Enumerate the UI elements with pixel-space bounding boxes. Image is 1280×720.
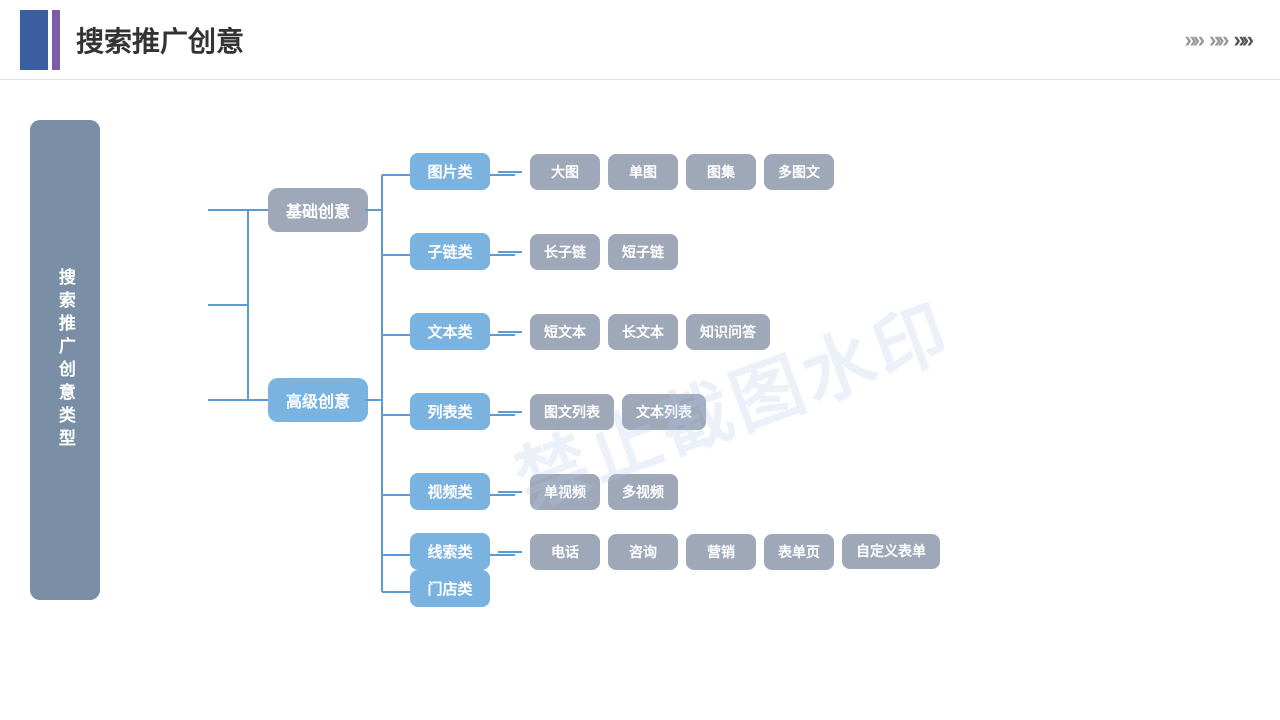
cat-clue: 线索类	[410, 533, 490, 570]
sub-clue-4: 自定义表单	[842, 534, 940, 570]
sub-video-0: 单视频	[530, 474, 600, 510]
sub-pic-0: 大图	[530, 154, 600, 190]
node-basic: 基础创意	[268, 188, 368, 232]
row-sublink: 子链类 长子链 短子链	[410, 233, 678, 270]
row-video: 视频类 单视频 多视频	[410, 473, 678, 510]
header-accent	[20, 10, 60, 70]
cat-store: 门店类	[410, 570, 490, 607]
sub-pic-1: 单图	[608, 154, 678, 190]
sub-text-1: 长文本	[608, 314, 678, 350]
accent-purple	[52, 10, 60, 70]
row-pic: 图片类 大图 单图 图集 多图文	[410, 153, 834, 190]
arrow-icon-2: »»	[1209, 27, 1225, 53]
cat-text: 文本类	[410, 313, 490, 350]
sub-list-1: 文本列表	[622, 394, 706, 430]
header-arrows: »» »» »»	[1185, 27, 1250, 53]
sub-clue-2: 营销	[686, 534, 756, 570]
sub-pic-3: 多图文	[764, 154, 834, 190]
arrow-icon-3: »»	[1234, 27, 1250, 53]
sub-clue-3: 表单页	[764, 534, 834, 570]
sub-pic-2: 图集	[686, 154, 756, 190]
row-store: 门店类	[410, 570, 490, 607]
page-title: 搜索推广创意	[76, 20, 244, 60]
sub-sublink-0: 长子链	[530, 234, 600, 270]
arrow-icon-1: »»	[1185, 27, 1201, 53]
main-content: 禁止截图水印 搜索推广创意类型	[0, 80, 1280, 720]
node-basic-label: 基础创意	[268, 188, 368, 232]
row-list: 列表类 图文列表 文本列表	[410, 393, 706, 430]
sub-clue-1: 咨询	[608, 534, 678, 570]
row-text: 文本类 短文本 长文本 知识问答	[410, 313, 770, 350]
node-advanced: 高级创意	[268, 378, 368, 422]
vertical-label-text: 搜索推广创意类型	[53, 268, 77, 452]
tree-layout: 基础创意 高级创意 图片类 大图 单图 图集 多图文 子链类 长子链 短子链	[100, 100, 1250, 640]
cat-list: 列表类	[410, 393, 490, 430]
cat-pic: 图片类	[410, 153, 490, 190]
sub-list-0: 图文列表	[530, 394, 614, 430]
sub-video-1: 多视频	[608, 474, 678, 510]
sub-text-0: 短文本	[530, 314, 600, 350]
vertical-label: 搜索推广创意类型	[30, 120, 100, 600]
row-clue: 线索类 电话 咨询 营销 表单页 自定义表单	[410, 533, 940, 570]
sub-sublink-1: 短子链	[608, 234, 678, 270]
cat-sublink: 子链类	[410, 233, 490, 270]
sub-clue-0: 电话	[530, 534, 600, 570]
node-advanced-label: 高级创意	[268, 378, 368, 422]
cat-video: 视频类	[410, 473, 490, 510]
accent-blue	[20, 10, 48, 70]
header: 搜索推广创意 »» »» »»	[0, 0, 1280, 80]
sub-text-2: 知识问答	[686, 314, 770, 350]
